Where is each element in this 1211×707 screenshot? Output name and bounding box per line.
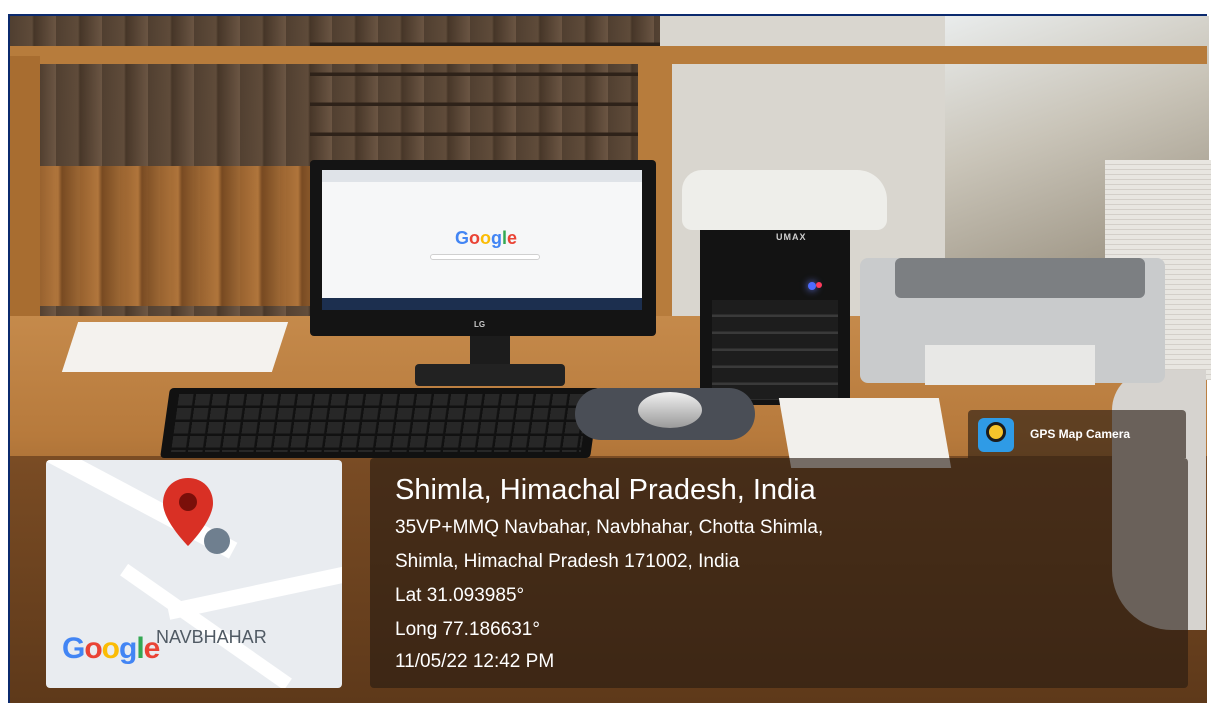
printer-tray [925, 345, 1095, 385]
logo-letter: o [469, 228, 481, 248]
map-google-logo: Google [62, 632, 161, 666]
cpu-front-panel [712, 300, 838, 400]
logo-letter: l [136, 632, 144, 665]
logo-letter: e [507, 228, 518, 248]
cpu-cover-cloth [682, 170, 887, 230]
screen-search-box [430, 254, 540, 260]
logo-letter: g [491, 228, 503, 248]
address-line-2: Shimla, Himachal Pradesh 171002, India [395, 551, 740, 572]
map-place-label: NAVBHAHAR [156, 627, 267, 647]
monitor-stand-base [415, 364, 565, 386]
power-led [808, 282, 816, 290]
glass-partition-post-left [10, 56, 40, 356]
logo-letter: G [62, 632, 85, 665]
camera-lens-inner [986, 422, 1006, 442]
latitude-text: Lat 31.093985° [395, 585, 525, 606]
hdd-led [816, 282, 822, 288]
printer-top [895, 258, 1145, 298]
logo-letter: o [84, 632, 102, 665]
gps-badge-label: GPS Map Camera [1030, 427, 1131, 441]
cpu-brand: UMAX [776, 232, 807, 242]
paper-sheet [61, 322, 289, 372]
browser-tab-bar [322, 170, 642, 182]
location-title: Shimla, Himachal Pradesh, India [395, 474, 816, 506]
map-pin-icon [163, 478, 213, 546]
glass-partition-frame [10, 46, 1207, 64]
keyboard-keys [170, 394, 590, 452]
screen-google-logo: Google [455, 228, 517, 249]
logo-letter: G [455, 228, 470, 248]
logo-letter: o [101, 632, 120, 665]
reading-tables [40, 166, 330, 306]
screen-taskbar [322, 298, 642, 310]
mouse [638, 392, 702, 428]
logo-letter: o [480, 228, 492, 248]
datetime-text: 11/05/22 12:42 PM [395, 651, 555, 672]
logo-letter: g [119, 632, 137, 665]
longitude-text: Long 77.186631° [395, 619, 540, 640]
monitor-brand: LG [474, 320, 486, 329]
map-thumbnail: NAVBHAHAR Google [46, 460, 342, 688]
logo-letter: e [143, 632, 161, 665]
address-line-1: 35VP+MMQ Navbahar, Navbhahar, Chotta Shi… [395, 517, 824, 538]
